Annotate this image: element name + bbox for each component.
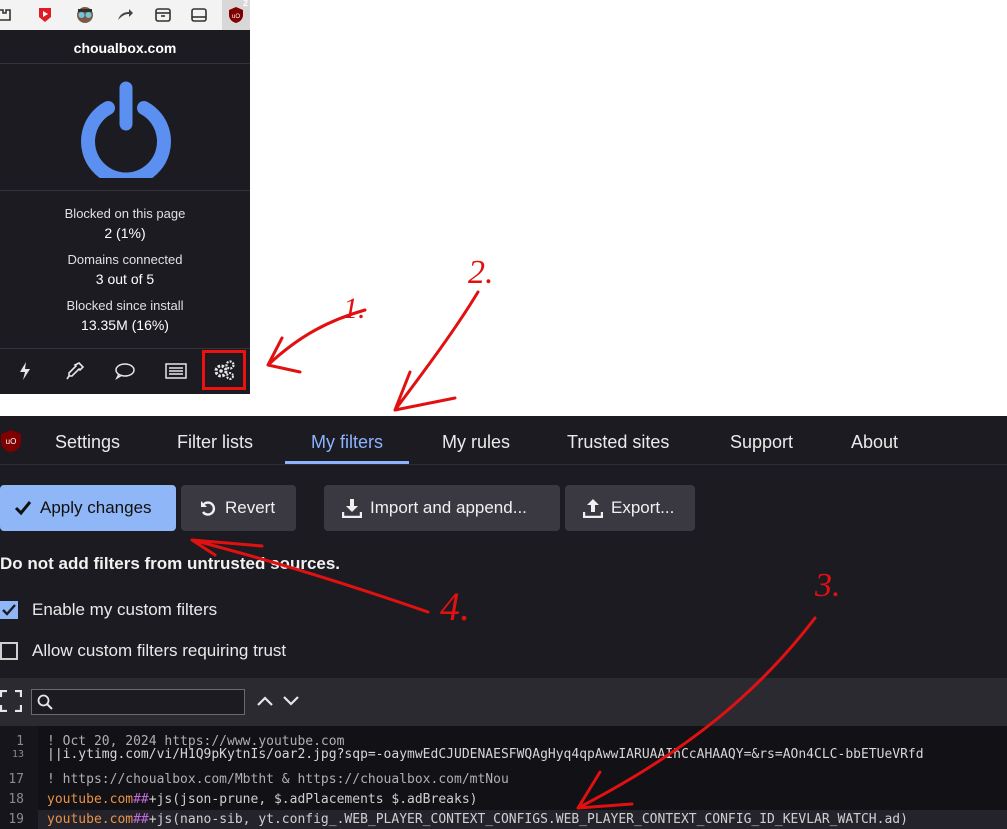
line-number: 13 (11, 749, 24, 759)
undo-icon (201, 501, 216, 516)
ublock-popup: uO 2 choualbox.com Blocked on this page … (0, 0, 250, 394)
apply-changes-label: Apply changes (40, 498, 152, 517)
dashboard-tabs: uO Settings Filter lists My filters My r… (0, 416, 1007, 465)
tab-support[interactable]: Support (704, 416, 819, 464)
forward-arrow-icon[interactable] (114, 4, 136, 26)
popup-domain: choualbox.com (73, 40, 177, 56)
chat-bubble-icon[interactable] (105, 353, 145, 389)
stat-label-since-install: Blocked since install (66, 298, 184, 313)
gears-settings-icon[interactable] (202, 350, 246, 390)
svg-text:uO: uO (232, 14, 240, 20)
line-number: 1 (16, 734, 24, 749)
youtube-extension-icon[interactable] (34, 4, 56, 26)
stat-label-domains: Domains connected (67, 252, 183, 267)
lightning-icon[interactable] (5, 353, 45, 389)
import-and-append-button[interactable]: Import and append... (324, 485, 560, 531)
upload-icon (583, 499, 603, 518)
export-label: Export... (611, 498, 675, 517)
popup-toolbar (0, 348, 250, 393)
browser-toolbar: uO 2 (0, 0, 250, 30)
tab-my-filters[interactable]: My filters (285, 416, 409, 464)
search-input[interactable] (31, 689, 245, 715)
enable-custom-filters-label: Enable my custom filters (32, 600, 218, 619)
filter-domain: youtube.com (47, 812, 134, 827)
editor-search-bar (0, 678, 1007, 726)
annotation-label-2: 2. (468, 254, 494, 291)
fullscreen-icon[interactable] (0, 690, 22, 712)
filter-separator: ## (133, 792, 149, 807)
tab-settings[interactable]: Settings (29, 416, 146, 464)
code-line: ||i.ytimg.com/vi/H1Q9pKytnIs/oar2.jpg?sq… (47, 747, 924, 761)
ublock-toolbar-icon[interactable]: uO 2 (222, 0, 250, 30)
power-button[interactable] (78, 78, 174, 187)
line-number: 18 (8, 792, 24, 807)
chevron-down-icon[interactable] (282, 694, 300, 708)
annotation-label-1: 1. (343, 292, 366, 325)
ublock-dashboard: uO Settings Filter lists My filters My r… (0, 416, 1007, 829)
code-line: youtube.com##+js(nano-sib, yt.config_.WE… (47, 812, 908, 827)
toolbar-badge: 2 (242, 0, 248, 8)
spy-extension-icon[interactable] (74, 4, 96, 26)
import-label: Import and append... (370, 498, 527, 517)
annotation-arrow-2 (393, 290, 480, 412)
download-icon (342, 499, 362, 518)
filter-rule: +js(nano-sib, yt.config_.WEB_PLAYER_CONT… (148, 812, 908, 827)
export-button[interactable]: Export... (565, 485, 695, 531)
divider (0, 190, 250, 191)
search-icon (37, 694, 53, 710)
stat-label-blocked-page: Blocked on this page (64, 206, 186, 221)
ublock-logo: uO (0, 429, 22, 453)
tab-my-rules[interactable]: My rules (416, 416, 536, 464)
tab-trusted-sites[interactable]: Trusted sites (541, 416, 695, 464)
filter-domain: youtube.com (47, 792, 134, 807)
stat-value-domains: 3 out of 5 (95, 271, 155, 287)
eyedropper-icon[interactable] (55, 353, 95, 389)
allow-trust-filters-checkbox[interactable] (0, 642, 18, 660)
logger-list-icon[interactable] (156, 353, 196, 389)
filters-editor[interactable]: 1 ! Oct 20, 2024 https://www.youtube.com… (0, 726, 1007, 829)
revert-label: Revert (225, 498, 276, 517)
filter-rule: +js(json-prune, $.adPlacements $.adBreak… (148, 792, 478, 807)
tab-filter-lists[interactable]: Filter lists (151, 416, 279, 464)
line-number: 19 (8, 812, 24, 827)
chevron-up-icon[interactable] (256, 694, 274, 708)
code-line: ! https://choualbox.com/Mbtht & https://… (47, 772, 509, 787)
allow-trust-filters-row[interactable]: Allow custom filters requiring trust (0, 639, 286, 663)
annotation-arrow-1 (266, 308, 367, 374)
checkmark-icon (14, 501, 32, 516)
untrusted-warning: Do not add filters from untrusted source… (0, 554, 341, 573)
line-number: 17 (8, 772, 24, 787)
apply-changes-button[interactable]: Apply changes (0, 485, 176, 531)
filter-separator: ## (133, 812, 149, 827)
extensions-icon[interactable] (0, 4, 16, 26)
enable-custom-filters-checkbox[interactable] (0, 601, 18, 619)
svg-text:uO: uO (6, 437, 17, 446)
revert-button[interactable]: Revert (181, 485, 296, 531)
code-line: youtube.com##+js(json-prune, $.adPlaceme… (47, 792, 477, 807)
allow-trust-filters-label: Allow custom filters requiring trust (32, 641, 287, 660)
archive-icon[interactable] (152, 4, 174, 26)
stat-value-since-install: 13.35M (16%) (81, 317, 169, 333)
divider (0, 63, 250, 64)
sidebar-icon[interactable] (188, 4, 210, 26)
stat-value-blocked-page: 2 (1%) (104, 225, 146, 241)
tab-about[interactable]: About (825, 416, 924, 464)
enable-custom-filters-row[interactable]: Enable my custom filters (0, 598, 217, 622)
